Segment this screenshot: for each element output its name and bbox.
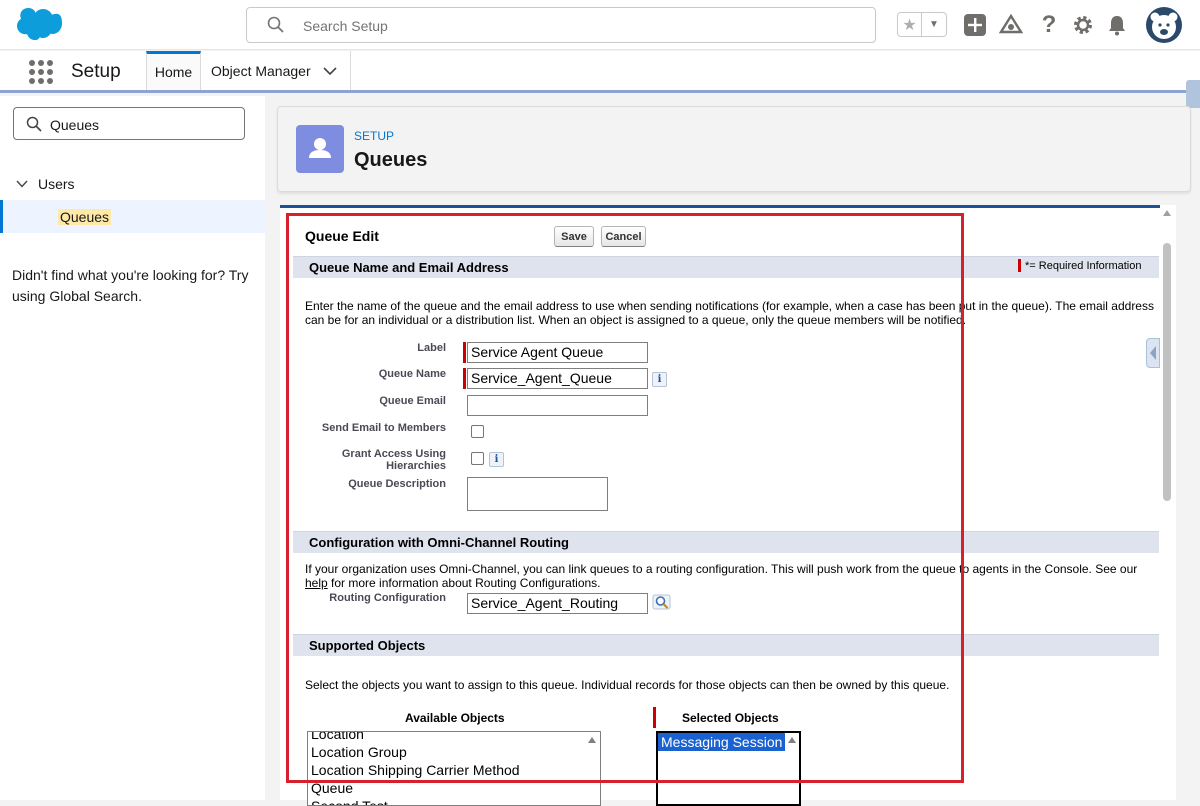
required-information-note: *= Required Information — [1018, 259, 1141, 272]
tab-home-label: Home — [154, 64, 193, 80]
bell-icon[interactable] — [1104, 12, 1130, 38]
scrollbar-thumb[interactable] — [1163, 243, 1171, 501]
queue-description-label: Queue Description — [348, 478, 446, 490]
scroll-up-arrow[interactable] — [1163, 210, 1171, 216]
quick-find-input[interactable]: Queues — [13, 107, 245, 140]
tree-node-queues[interactable]: Queues — [0, 200, 265, 233]
lookup-icon[interactable] — [652, 593, 672, 611]
available-objects-list[interactable]: Location Location Group Location Shippin… — [307, 731, 601, 806]
required-marker — [653, 707, 656, 728]
list-item[interactable]: Location Shipping Carrier Method — [308, 761, 600, 779]
context-bar: Setup Home Object Manager — [0, 51, 1200, 93]
gear-icon[interactable] — [1070, 12, 1096, 38]
global-search-hint: Didn't find what you're looking for? Try… — [12, 267, 249, 304]
list-item[interactable]: Location — [308, 732, 600, 743]
send-email-label: Send Email to Members — [321, 422, 446, 434]
chevron-down-icon[interactable] — [16, 180, 28, 188]
list-item[interactable]: Location Group — [308, 743, 600, 761]
cancel-button[interactable]: Cancel — [601, 226, 646, 247]
grant-access-checkbox[interactable] — [471, 452, 484, 465]
global-search-input[interactable]: Search Setup — [246, 7, 876, 43]
list-item[interactable]: Messaging Session — [658, 733, 786, 751]
section-title: Configuration with Omni-Channel Routing — [309, 535, 569, 550]
routing-configuration-input[interactable]: Service_Agent_Routing — [467, 593, 648, 614]
info-icon[interactable]: i — [652, 372, 667, 387]
queue-name-input[interactable]: Service_Agent_Queue — [467, 368, 648, 389]
search-placeholder: Search Setup — [303, 18, 388, 34]
global-header: Search Setup ★ ▼ ? — [0, 0, 1200, 50]
grant-access-label-line1: Grant Access Using — [341, 448, 446, 460]
tab-home[interactable]: Home — [146, 51, 201, 90]
grant-access-label: Grant Access Using Hierarchies — [300, 448, 446, 472]
section-omni-channel: Configuration with Omni-Channel Routing — [293, 531, 1159, 553]
queue-email-input[interactable] — [467, 395, 648, 416]
queue-description-input[interactable] — [467, 477, 608, 511]
search-icon — [267, 16, 284, 33]
app-name: Setup — [71, 61, 121, 82]
omni-description-pre: If your organization uses Omni-Channel, … — [305, 562, 1138, 576]
omni-description-post: for more information about Routing Confi… — [331, 576, 601, 590]
omni-description: If your organization uses Omni-Channel, … — [305, 562, 1155, 590]
add-icon[interactable] — [962, 12, 988, 38]
star-icon[interactable]: ★ — [898, 13, 922, 36]
tab-object-manager-label: Object Manager — [211, 62, 311, 79]
setup-sidebar: Queues Users Queues Didn't find what you… — [0, 96, 265, 800]
user-icon — [296, 125, 344, 173]
save-button[interactable]: Save — [554, 226, 594, 247]
required-marker — [463, 342, 466, 363]
required-marker — [1018, 259, 1021, 272]
search-icon — [26, 116, 42, 132]
label-input[interactable]: Service Agent Queue — [467, 342, 648, 363]
name-email-description: Enter the name of the queue and the emai… — [305, 299, 1154, 327]
queue-email-label: Queue Email — [379, 395, 446, 407]
section-supported-objects: Supported Objects — [293, 634, 1159, 656]
tree-node-queues-label: Queues — [58, 209, 112, 225]
list-item[interactable]: Queue — [308, 779, 600, 797]
page-title: Queues — [354, 149, 428, 171]
list-scroll-up-arrow[interactable] — [588, 737, 596, 743]
required-info-text: = Required Information — [1029, 259, 1142, 272]
page-header: SETUP Queues — [277, 106, 1191, 192]
selected-objects-list[interactable]: Messaging Session — [656, 731, 801, 806]
label-field-label: Label — [417, 342, 446, 354]
required-marker — [463, 368, 466, 389]
queue-name-label: Queue Name — [378, 368, 446, 380]
trailhead-icon[interactable] — [998, 12, 1024, 38]
form-title: Queue Edit — [305, 228, 379, 244]
help-icon[interactable]: ? — [1036, 11, 1062, 38]
favorites-group[interactable]: ★ ▼ — [897, 12, 947, 37]
grant-access-label-line2: Hierarchies — [386, 460, 446, 472]
collapse-handle[interactable] — [1146, 338, 1160, 368]
salesforce-cloud-icon[interactable] — [16, 8, 62, 40]
app-launcher-icon[interactable] — [28, 59, 54, 85]
supported-objects-description: Select the objects you want to assign to… — [305, 678, 950, 692]
utility-edge-tab[interactable] — [1186, 80, 1200, 108]
page-eyebrow: SETUP — [354, 129, 395, 143]
send-email-checkbox[interactable] — [471, 425, 484, 438]
available-objects-label: Available Objects — [405, 711, 505, 725]
info-icon[interactable]: i — [489, 452, 504, 467]
selected-objects-label: Selected Objects — [682, 711, 779, 725]
tree-node-users[interactable]: Users — [16, 176, 75, 192]
chevron-down-icon[interactable]: ▼ — [922, 13, 946, 36]
list-item[interactable]: Second Test — [308, 797, 600, 805]
section-title: Supported Objects — [309, 638, 426, 653]
tree-node-users-label: Users — [38, 176, 75, 192]
quick-find-value: Queues — [50, 117, 100, 133]
avatar[interactable] — [1146, 7, 1182, 43]
chevron-down-icon[interactable] — [323, 66, 337, 76]
section-title: Queue Name and Email Address — [309, 260, 509, 275]
tab-object-manager[interactable]: Object Manager — [201, 51, 351, 90]
help-link[interactable]: help — [305, 576, 328, 590]
list-scroll-up-arrow[interactable] — [788, 737, 796, 743]
routing-configuration-label: Routing Configuration — [329, 592, 446, 604]
